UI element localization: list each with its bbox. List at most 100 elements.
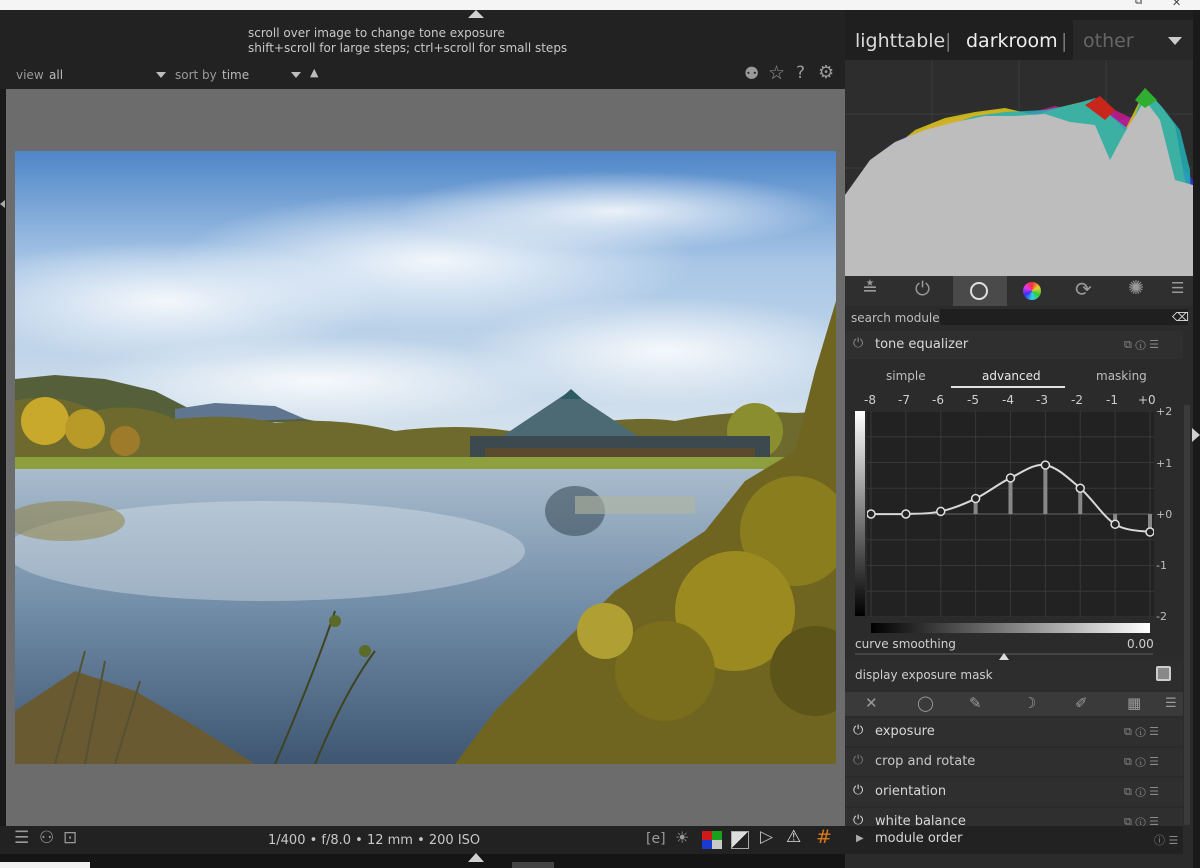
landscape-photo bbox=[15, 151, 836, 764]
y-label: +1 bbox=[1156, 457, 1173, 470]
curve-node[interactable] bbox=[901, 509, 911, 519]
collapse-right-arrow-icon[interactable] bbox=[1192, 428, 1200, 442]
module-name: white balance bbox=[875, 814, 966, 826]
clear-search-icon[interactable]: ⌫ bbox=[1172, 310, 1189, 324]
module-actions-icons[interactable]: ⧉ ⓘ ☰ bbox=[1124, 785, 1159, 799]
color-wheel-icon[interactable] bbox=[1023, 282, 1041, 300]
module-actions-icons[interactable]: ⧉ ⓘ ☰ bbox=[1124, 755, 1159, 769]
gear-icon[interactable]: ⚙ bbox=[818, 64, 834, 82]
grouping-icon[interactable]: ⚉ bbox=[744, 66, 759, 83]
view-select[interactable]: all bbox=[49, 68, 63, 82]
blend-icon[interactable]: ▦ bbox=[1127, 696, 1141, 711]
correct-icon[interactable]: ⟳ bbox=[1075, 279, 1092, 299]
expand-arrow-icon[interactable]: ▶ bbox=[856, 833, 864, 844]
restore-icon[interactable]: ⧉ bbox=[1135, 0, 1142, 7]
taskbar-fragment bbox=[0, 862, 90, 868]
ev-label: -5 bbox=[967, 393, 979, 407]
sort-order-icon[interactable]: ▲ bbox=[310, 67, 318, 78]
slider-handle-icon[interactable] bbox=[999, 653, 1009, 660]
sort-dropdown-icon[interactable] bbox=[291, 72, 301, 78]
curve-node[interactable] bbox=[867, 509, 876, 519]
other-views-label[interactable]: other bbox=[1083, 30, 1134, 52]
tab-simple[interactable]: simple bbox=[886, 369, 926, 383]
y-labels: +2 +1 +0 -1 -2 bbox=[1156, 405, 1186, 625]
crop-power-icon[interactable]: ⏻ bbox=[853, 754, 863, 767]
ev-label: +0 bbox=[1138, 393, 1156, 407]
guides-icon[interactable]: # bbox=[816, 828, 832, 847]
mask-raster-icon[interactable]: ✐ bbox=[1075, 696, 1088, 711]
mask-off-icon[interactable]: ✕ bbox=[865, 696, 878, 711]
star-icon[interactable]: ☆ bbox=[768, 64, 785, 83]
mask-drawn-icon[interactable]: ◯ bbox=[917, 696, 934, 711]
lighttable-link[interactable]: lighttable bbox=[855, 30, 945, 52]
wb-power-icon[interactable]: ⏻ bbox=[853, 814, 863, 826]
ev-label: -1 bbox=[1106, 393, 1118, 407]
module-white-balance[interactable]: ⏻ white balance ⧉ ⓘ ☰ bbox=[845, 808, 1183, 826]
curve-smoothing-label: curve smoothing bbox=[855, 637, 956, 651]
presets-menu-icon[interactable]: ☰ bbox=[1171, 281, 1184, 296]
mask-menu-icon[interactable]: ☰ bbox=[1165, 697, 1177, 710]
right-panel-scrollbar[interactable] bbox=[1184, 405, 1190, 825]
display-mask-toggle[interactable] bbox=[1156, 666, 1171, 681]
help-icon[interactable]: ? bbox=[796, 65, 805, 82]
other-dropdown-icon[interactable] bbox=[1168, 37, 1182, 45]
expand-bottom-arrow-icon[interactable] bbox=[468, 853, 484, 862]
color-assessment-icon[interactable] bbox=[702, 831, 722, 849]
tone-curve-graph[interactable] bbox=[867, 411, 1154, 617]
tone-equalizer-actions-icons[interactable]: ⧉ ⓘ ☰ bbox=[1124, 338, 1159, 352]
histogram[interactable] bbox=[845, 60, 1193, 276]
tab-advanced[interactable]: advanced bbox=[982, 369, 1041, 383]
menu-icon[interactable]: ☰ bbox=[14, 830, 29, 847]
ev-label: -8 bbox=[864, 393, 876, 407]
exposure-power-icon[interactable]: ⏻ bbox=[853, 724, 863, 737]
curve-node[interactable] bbox=[970, 493, 981, 504]
curve-node[interactable] bbox=[936, 506, 946, 517]
mask-combined-icon[interactable]: ☽ bbox=[1023, 696, 1036, 711]
bulb-icon[interactable]: ☀ bbox=[675, 830, 689, 846]
y-label: -1 bbox=[1156, 559, 1167, 572]
curve-node[interactable] bbox=[1005, 473, 1016, 483]
module-actions-icons[interactable]: ⧉ ⓘ ☰ bbox=[1124, 815, 1159, 826]
sort-select[interactable]: time bbox=[222, 68, 249, 82]
active-tab-underline bbox=[951, 386, 1065, 388]
tone-equalizer-power-icon[interactable]: ⏻ bbox=[853, 337, 863, 350]
filmstrip-thumb bbox=[512, 862, 554, 868]
collapse-left-arrow-icon[interactable] bbox=[0, 200, 5, 208]
tab-masking[interactable]: masking bbox=[1096, 369, 1147, 383]
window-top-bar: ⧉ ✕ bbox=[0, 0, 1200, 10]
ev-label: -2 bbox=[1071, 393, 1083, 407]
softproof-icon[interactable]: ▷ bbox=[760, 829, 773, 846]
gamut-warning-icon[interactable]: ⚠ bbox=[786, 829, 801, 846]
exif-info: 1/400 • f/8.0 • 12 mm • 200 ISO bbox=[268, 833, 481, 848]
raw-overexposed-icon[interactable] bbox=[731, 831, 749, 849]
darkroom-link[interactable]: darkroom bbox=[966, 30, 1058, 52]
styles-icon[interactable]: ⚇ bbox=[39, 830, 54, 847]
ev-labels: -8 -7 -6 -5 -4 -3 -2 -1 +0 bbox=[856, 393, 1166, 407]
module-name: crop and rotate bbox=[875, 754, 976, 769]
module-actions-icons[interactable]: ⧉ ⓘ ☰ bbox=[1124, 725, 1159, 739]
orientation-power-icon[interactable]: ⏻ bbox=[853, 784, 863, 797]
effects-icon[interactable]: ✺ bbox=[1128, 279, 1144, 298]
photo-preview[interactable] bbox=[15, 151, 836, 764]
module-order-actions-icons[interactable]: ⓘ ☰ bbox=[1154, 832, 1178, 848]
search-module-input[interactable] bbox=[940, 309, 1188, 325]
tone-equalizer-title: tone equalizer bbox=[875, 337, 969, 352]
view-dropdown-icon[interactable] bbox=[156, 72, 166, 78]
graph-left-gradient bbox=[855, 411, 865, 616]
close-icon[interactable]: ✕ bbox=[1172, 0, 1181, 9]
mask-parametric-icon[interactable]: ✎ bbox=[969, 696, 982, 711]
focus-peaking-icon[interactable]: [e] bbox=[646, 832, 666, 846]
ev-label: -4 bbox=[1002, 393, 1014, 407]
y-label: -2 bbox=[1156, 610, 1167, 623]
curve-node[interactable] bbox=[1040, 460, 1051, 470]
search-label: search module bbox=[851, 311, 940, 325]
curve-node[interactable] bbox=[1110, 519, 1120, 530]
module-order-label: module order bbox=[875, 831, 963, 846]
active-modules-icon[interactable]: ⏻ bbox=[915, 280, 930, 299]
collapse-top-arrow-icon[interactable] bbox=[468, 10, 484, 18]
curve-node[interactable] bbox=[1145, 527, 1154, 537]
view-separator-2: | bbox=[1061, 30, 1068, 52]
quick-access-icon[interactable]: ≛ bbox=[862, 280, 878, 299]
display-icon[interactable]: ⊡ bbox=[63, 830, 77, 847]
curve-node[interactable] bbox=[1075, 483, 1085, 493]
